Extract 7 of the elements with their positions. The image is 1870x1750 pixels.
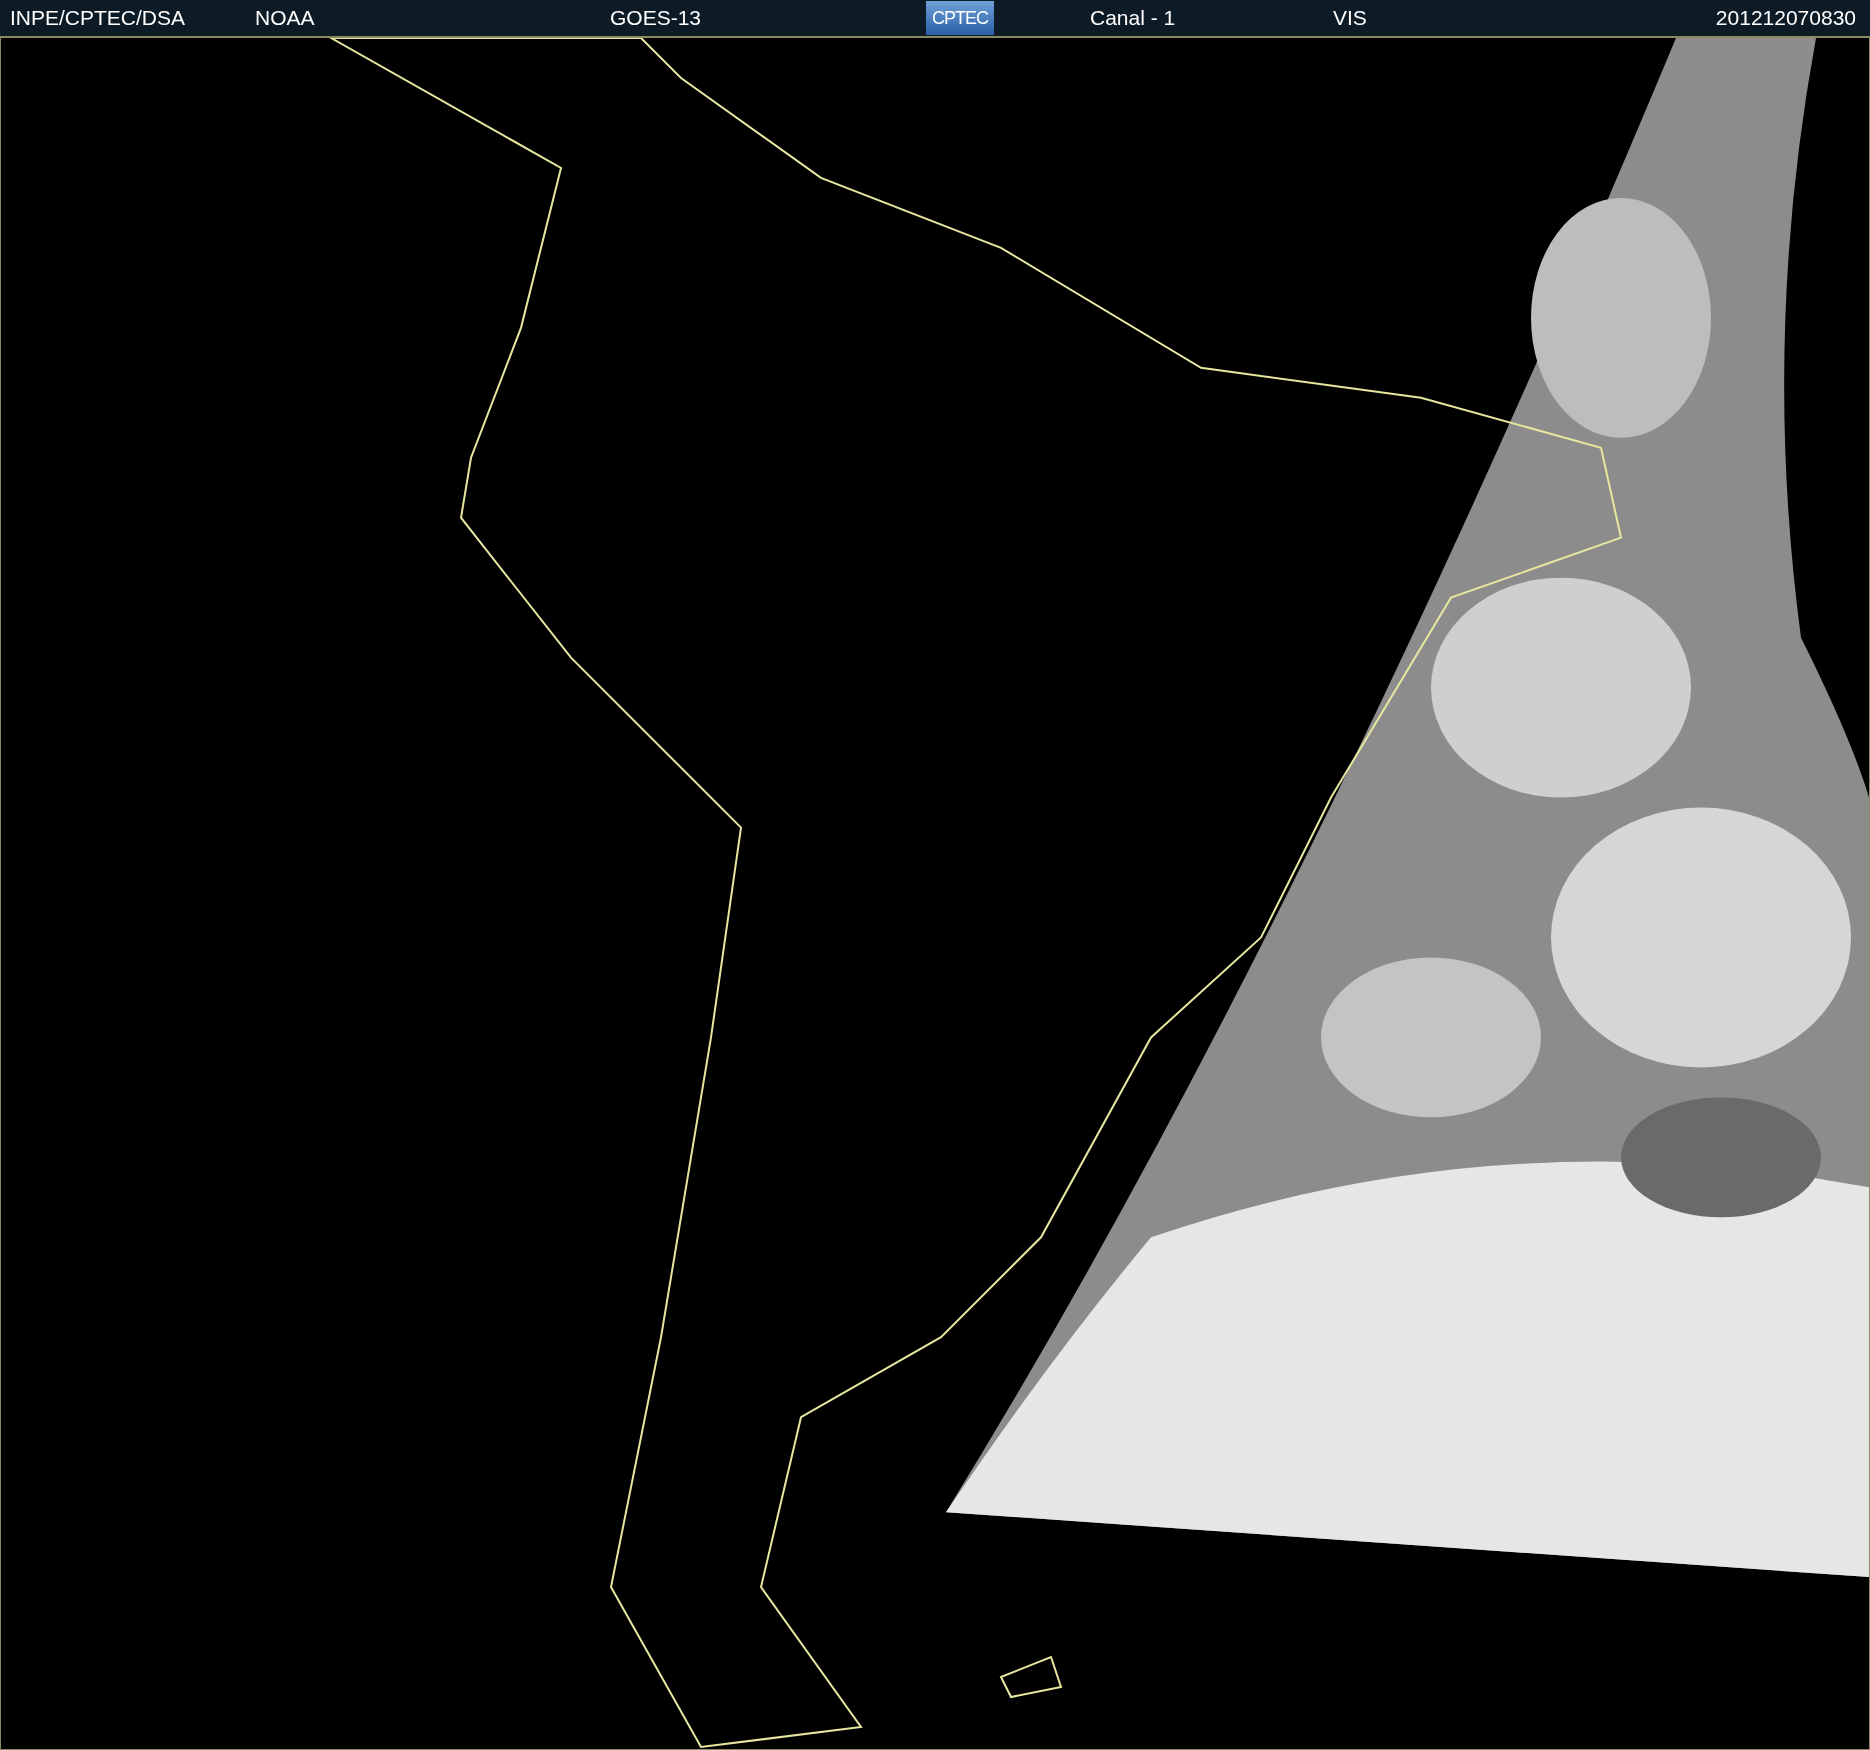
source-label: NOAA xyxy=(255,6,316,30)
band-label: VIS xyxy=(1333,6,1368,30)
logo: CPTEC xyxy=(926,1,994,35)
timestamp-label: 201212070830 xyxy=(1715,6,1856,30)
satellite-label: GOES-13 xyxy=(610,6,703,30)
channel-label: Canal - 1 xyxy=(1090,6,1177,30)
agency-label: INPE/CPTEC/DSA xyxy=(10,6,187,30)
